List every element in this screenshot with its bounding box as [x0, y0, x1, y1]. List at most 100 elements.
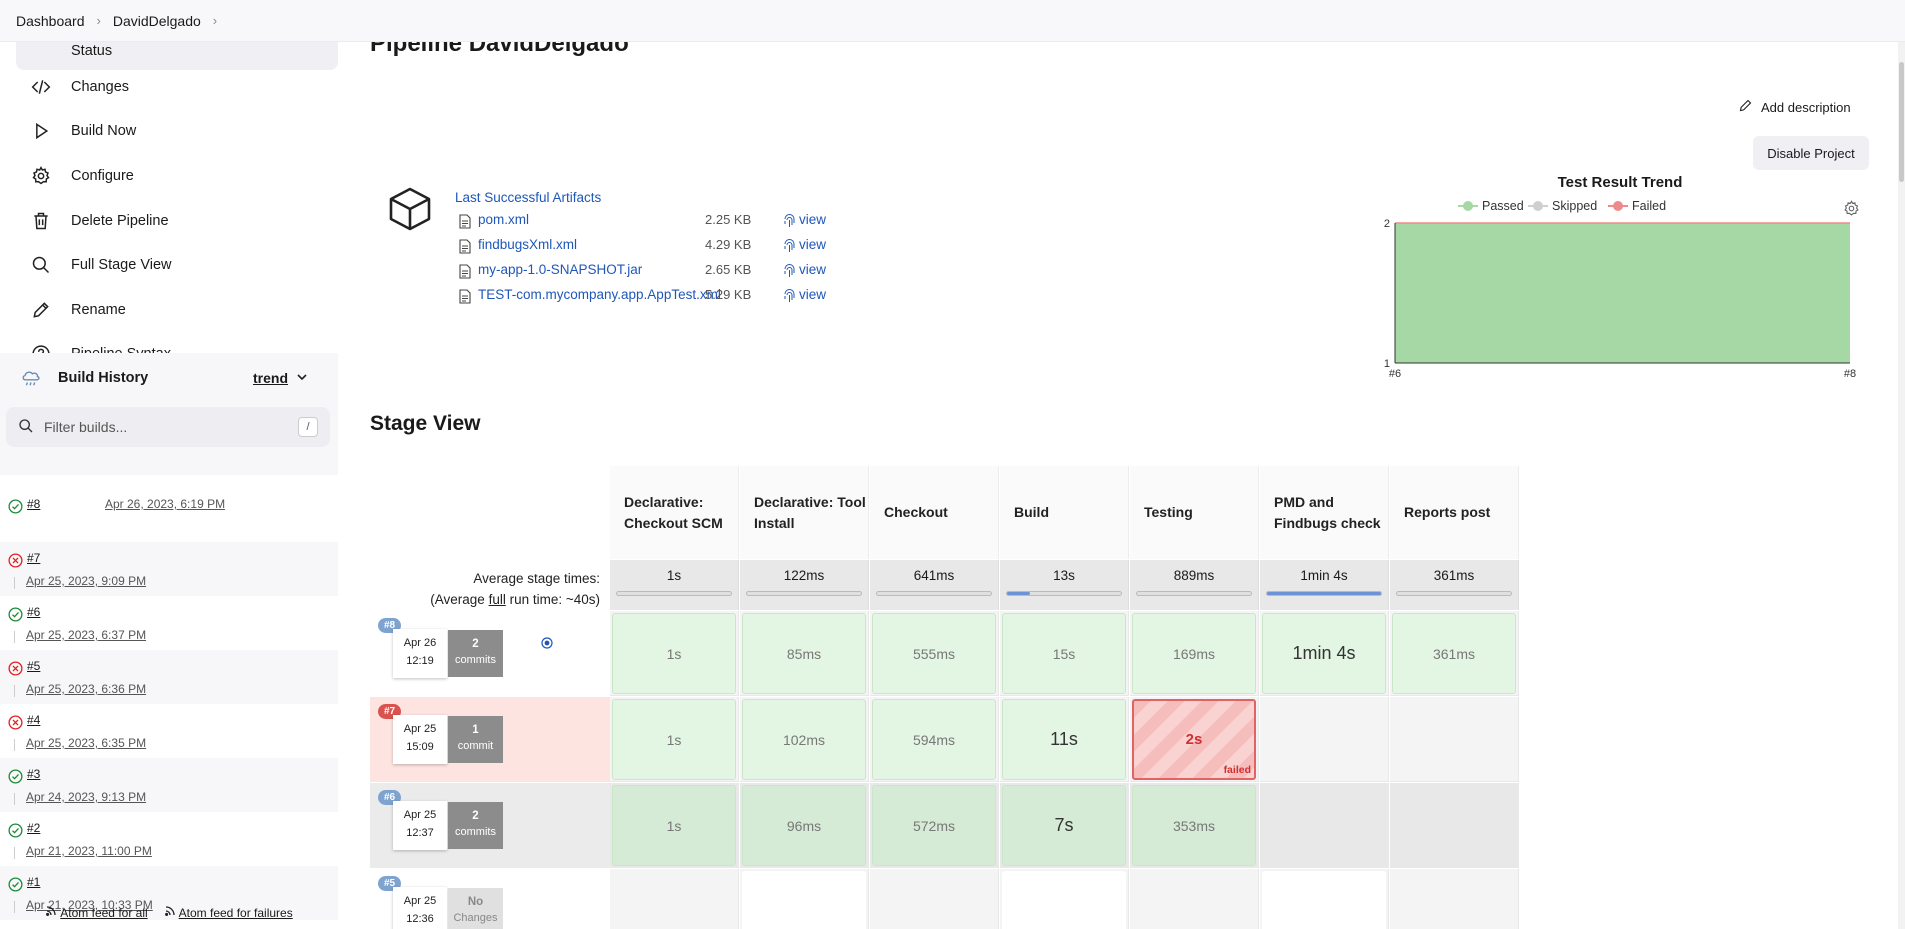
build-date-link[interactable]: Apr 25, 2023, 9:09 PM: [26, 574, 146, 588]
stage-cell[interactable]: [1390, 697, 1519, 782]
artifact-view-link[interactable]: view: [799, 287, 826, 302]
stage-cell[interactable]: 1s: [610, 611, 739, 696]
build-row-7[interactable]: #7 Apr 25, 2023, 9:09 PM: [0, 542, 338, 596]
stage-cell[interactable]: [1260, 869, 1389, 929]
atom-feed-failures-link[interactable]: Atom feed for failures: [164, 905, 293, 920]
breadcrumb-dashboard[interactable]: Dashboard: [16, 13, 85, 29]
build-row-6[interactable]: #6 Apr 25, 2023, 6:37 PM: [0, 596, 338, 650]
build-date-link[interactable]: Apr 21, 2023, 11:00 PM: [26, 844, 152, 858]
stage-cell[interactable]: [1260, 697, 1389, 782]
stage-cell[interactable]: 85ms: [740, 611, 869, 696]
artifacts-title-link[interactable]: Last Successful Artifacts: [455, 190, 601, 205]
stage-cell[interactable]: [1000, 869, 1129, 929]
run-row-header[interactable]: #7 Apr 25 15:09 1 commit: [370, 697, 610, 782]
stage-cell[interactable]: 15s: [1000, 611, 1129, 696]
build-number-link[interactable]: #3: [27, 767, 40, 781]
commits-box[interactable]: 2 commits: [448, 630, 503, 677]
average-stage-time: 122ms: [740, 560, 869, 610]
run-time: 12:37: [406, 827, 434, 839]
page-scrollbar[interactable]: [1898, 42, 1905, 929]
stage-cell[interactable]: 555ms: [870, 611, 999, 696]
atom-feed-all-link[interactable]: Atom feed for all: [45, 905, 148, 920]
chart-settings-gear-icon[interactable]: [1843, 200, 1860, 220]
stage-cell[interactable]: 1min 4s: [1260, 611, 1389, 696]
artifact-row: findbugsXml.xml 4.29 KB view: [459, 237, 879, 257]
artifact-name-link[interactable]: findbugsXml.xml: [478, 237, 577, 252]
sidebar-item-changes[interactable]: Changes: [16, 68, 338, 106]
full-run-time-link[interactable]: full: [489, 592, 506, 607]
stage-duration: [1262, 871, 1386, 929]
stage-cell[interactable]: 361ms: [1390, 611, 1519, 696]
stage-cell[interactable]: [870, 869, 999, 929]
sidebar-item-delete-pipeline[interactable]: Delete Pipeline: [16, 202, 338, 240]
input-required-icon[interactable]: [541, 636, 553, 652]
stage-cell[interactable]: 169ms: [1130, 611, 1259, 696]
artifact-name-link[interactable]: pom.xml: [478, 212, 529, 227]
chevron-right-icon[interactable]: ›: [213, 13, 217, 28]
stage-cell[interactable]: 1s: [610, 697, 739, 782]
build-number-link[interactable]: #4: [27, 713, 40, 727]
build-date-link[interactable]: Apr 24, 2023, 9:13 PM: [26, 790, 146, 804]
breadcrumb-project[interactable]: DavidDelgado: [113, 13, 201, 29]
stage-cell[interactable]: [740, 869, 869, 929]
build-number-link[interactable]: #6: [27, 605, 40, 619]
stage-cell[interactable]: 7s: [1000, 783, 1129, 868]
run-row-header[interactable]: #8 Apr 26 12:19 2 commits: [370, 611, 610, 696]
stage-cell[interactable]: [610, 869, 739, 929]
build-number-link[interactable]: #7: [27, 551, 40, 565]
stage-header: PMD and Findbugs check: [1260, 466, 1389, 559]
add-description-link[interactable]: Add description: [1738, 98, 1851, 116]
test-result-trend-chart: Test Result Trend Passed Skipped Failed 2 1 #6…: [1380, 170, 1880, 390]
sidebar-item-label: Rename: [71, 302, 126, 318]
build-number-link[interactable]: #1: [27, 875, 40, 889]
sidebar-item-full-stage-view[interactable]: Full Stage View: [16, 246, 338, 284]
stage-cell[interactable]: 1s: [610, 783, 739, 868]
build-number-link[interactable]: #8: [27, 497, 40, 511]
build-row-2[interactable]: #2 Apr 21, 2023, 11:00 PM: [0, 812, 338, 866]
build-row-4[interactable]: #4 Apr 25, 2023, 6:35 PM: [0, 704, 338, 758]
stage-cell[interactable]: [1390, 783, 1519, 868]
stage-cell[interactable]: 2s failed: [1130, 697, 1259, 782]
artifact-view-link[interactable]: view: [799, 237, 826, 252]
stage-cell[interactable]: 96ms: [740, 783, 869, 868]
build-number-link[interactable]: #2: [27, 821, 40, 835]
commits-box[interactable]: No Changes: [448, 888, 503, 929]
build-row-5[interactable]: #5 Apr 25, 2023, 6:36 PM: [0, 650, 338, 704]
stage-cell[interactable]: 102ms: [740, 697, 869, 782]
stage-cell[interactable]: 11s: [1000, 697, 1129, 782]
trend-dropdown[interactable]: trend: [253, 370, 308, 386]
stage-cell[interactable]: 572ms: [870, 783, 999, 868]
build-row-8[interactable]: #8 Apr 26, 2023, 6:19 PM: [0, 488, 338, 542]
artifact-name-link[interactable]: my-app-1.0-SNAPSHOT.jar: [478, 262, 642, 277]
artifact-view-link[interactable]: view: [799, 212, 826, 227]
artifact-name-link[interactable]: TEST-com.mycompany.app.AppTest.xml: [478, 287, 721, 302]
sidebar-item-configure[interactable]: Configure: [16, 157, 338, 195]
build-date-link[interactable]: Apr 25, 2023, 6:36 PM: [26, 682, 146, 696]
commits-box[interactable]: 2 commits: [448, 802, 503, 849]
stage-cell[interactable]: [1390, 869, 1519, 929]
build-date-link[interactable]: Apr 25, 2023, 6:35 PM: [26, 736, 146, 750]
build-date-link[interactable]: Apr 26, 2023, 6:19 PM: [105, 497, 225, 511]
stage-cell[interactable]: 594ms: [870, 697, 999, 782]
sidebar-item-rename[interactable]: Rename: [16, 291, 338, 329]
stage-duration: 353ms: [1132, 785, 1256, 866]
commits-box[interactable]: 1 commit: [448, 716, 503, 763]
run-row-header[interactable]: #5 Apr 25 12:36 No Changes: [370, 869, 610, 929]
build-date-link[interactable]: Apr 25, 2023, 6:37 PM: [26, 628, 146, 642]
stage-cell[interactable]: [1260, 783, 1389, 868]
stage-cell[interactable]: 353ms: [1130, 783, 1259, 868]
build-row-3[interactable]: #3 Apr 24, 2023, 9:13 PM: [0, 758, 338, 812]
stage-cell[interactable]: [1130, 869, 1259, 929]
artifact-view-link[interactable]: view: [799, 262, 826, 277]
sidebar-item-build-now[interactable]: Build Now: [16, 112, 338, 150]
x-tick-label: #8: [1844, 368, 1856, 380]
divider: [14, 739, 15, 751]
disable-project-button[interactable]: Disable Project: [1753, 136, 1869, 170]
run-row-header[interactable]: #6 Apr 25 12:37 2 commits: [370, 783, 610, 868]
build-number-link[interactable]: #5: [27, 659, 40, 673]
filter-builds-input[interactable]: [44, 419, 284, 435]
scrollbar-thumb[interactable]: [1899, 62, 1904, 182]
sidebar-item-label: Changes: [71, 79, 130, 95]
average-stage-time-value: 361ms: [1433, 568, 1475, 583]
commit-label: commits: [455, 826, 496, 838]
